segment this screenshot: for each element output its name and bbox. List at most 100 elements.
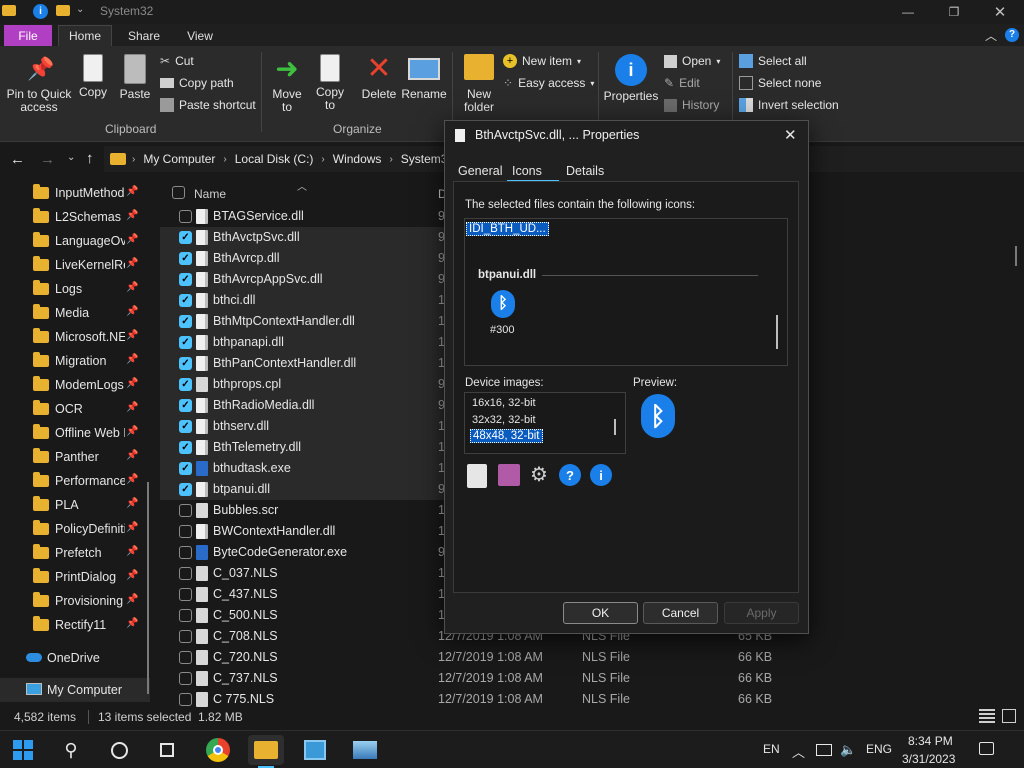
- pin-icon[interactable]: 📌: [126, 618, 138, 629]
- icon-list-scrollbar[interactable]: [776, 315, 778, 349]
- row-checkbox[interactable]: ✓: [179, 231, 192, 244]
- tab-general[interactable]: General: [458, 164, 502, 178]
- copy-icon[interactable]: [467, 464, 487, 488]
- qat-dropdown-icon[interactable]: ⌄: [76, 4, 84, 15]
- chevron-up-icon[interactable]: ︿: [792, 742, 805, 761]
- help-icon[interactable]: ?: [559, 464, 581, 486]
- file-explorer-button[interactable]: [248, 735, 284, 765]
- nav-folder-item[interactable]: LanguageOverlayCache📌: [0, 229, 150, 253]
- nav-folder-item[interactable]: Provisioning 📌: [0, 589, 150, 613]
- details-view-icon[interactable]: [979, 709, 995, 723]
- open-button[interactable]: Open ▾: [664, 54, 720, 68]
- easy-access-button[interactable]: ⁘ Easy access ▾: [503, 76, 594, 90]
- nav-folder-item[interactable]: PolicyDefinitions📌: [0, 517, 150, 541]
- row-checkbox[interactable]: ✓: [179, 294, 192, 307]
- nav-onedrive[interactable]: OneDrive: [0, 646, 150, 670]
- delete-button[interactable]: ✕ Delete: [358, 54, 400, 101]
- row-checkbox[interactable]: ✓: [179, 462, 192, 475]
- nav-folder-item[interactable]: Rectify11 📌: [0, 613, 150, 637]
- large-icons-view-icon[interactable]: [1002, 709, 1016, 723]
- nav-folder-item[interactable]: Panther 📌: [0, 445, 150, 469]
- task-view-button[interactable]: [149, 735, 185, 765]
- cut-button[interactable]: ✂ Cut: [160, 54, 194, 68]
- search-button[interactable]: ⚲: [53, 735, 89, 765]
- pin-icon[interactable]: 📌: [126, 306, 138, 317]
- nav-folder-item[interactable]: L2Schemas 📌: [0, 205, 150, 229]
- language-indicator[interactable]: EN: [763, 742, 780, 756]
- pin-icon[interactable]: 📌: [126, 378, 138, 389]
- breadcrumb-localdisk[interactable]: Local Disk (C:): [235, 152, 314, 166]
- row-checkbox[interactable]: [179, 609, 192, 622]
- pin-icon[interactable]: 📌: [126, 546, 138, 557]
- device-image-16[interactable]: 16x16, 32-bit: [472, 397, 536, 409]
- copy-button[interactable]: Copy: [76, 54, 110, 99]
- tab-share[interactable]: Share: [118, 25, 170, 46]
- breadcrumb-mycomputer[interactable]: My Computer: [143, 152, 215, 166]
- tab-file[interactable]: File: [4, 25, 52, 46]
- icon-list[interactable]: IDI_BTH_UD... btpanui.dll ᛒ #300: [464, 218, 788, 366]
- pin-icon[interactable]: 📌: [126, 594, 138, 605]
- pin-icon[interactable]: 📌: [126, 402, 138, 413]
- row-checkbox[interactable]: [179, 504, 192, 517]
- pin-icon[interactable]: 📌: [126, 186, 138, 197]
- row-checkbox[interactable]: [179, 210, 192, 223]
- file-row[interactable]: C_720.NLS 12/7/2019 1:08 AM NLS File 66 KB: [160, 647, 780, 668]
- select-none-button[interactable]: Select none: [739, 76, 821, 90]
- file-row[interactable]: C_737.NLS 12/7/2019 1:08 AM NLS File 66 KB: [160, 668, 780, 689]
- device-image-48[interactable]: 48x48, 32-bit: [470, 429, 543, 443]
- pin-icon[interactable]: 📌: [126, 570, 138, 581]
- clock-date[interactable]: 3/31/2023: [902, 752, 955, 766]
- row-checkbox[interactable]: ✓: [179, 420, 192, 433]
- nav-folder-item[interactable]: PrintDialog 📌: [0, 565, 150, 589]
- pin-icon[interactable]: 📌: [126, 330, 138, 341]
- start-button[interactable]: [5, 735, 41, 765]
- notifications-icon[interactable]: [979, 742, 994, 755]
- column-name[interactable]: Name: [194, 187, 226, 201]
- ime-indicator[interactable]: ENG: [866, 742, 892, 756]
- list-scrollbar[interactable]: [1015, 246, 1017, 266]
- new-folder-button[interactable]: New folder: [458, 54, 500, 114]
- select-all-button[interactable]: Select all: [739, 54, 807, 68]
- pin-icon[interactable]: 📌: [126, 426, 138, 437]
- pin-icon[interactable]: 📌: [126, 450, 138, 461]
- nav-folder-item[interactable]: OCR 📌: [0, 397, 150, 421]
- pin-quick-access-button[interactable]: 📌 Pin to Quick access: [4, 54, 74, 114]
- pin-icon[interactable]: 📌: [126, 474, 138, 485]
- nav-folder-item[interactable]: LiveKernelReports📌: [0, 253, 150, 277]
- close-window-button[interactable]: ✕: [977, 0, 1023, 24]
- close-icon[interactable]: ✕: [784, 126, 797, 144]
- properties-qat-icon[interactable]: i: [33, 4, 48, 19]
- maximize-button[interactable]: ❐: [931, 0, 977, 24]
- row-checkbox[interactable]: ✓: [179, 252, 192, 265]
- nav-folder-item[interactable]: ModemLogs 📌: [0, 373, 150, 397]
- up-arrow-icon[interactable]: ↑: [86, 150, 94, 167]
- copy-path-button[interactable]: Copy path: [160, 76, 234, 90]
- breadcrumb-windows[interactable]: Windows: [333, 152, 382, 166]
- history-button[interactable]: History: [664, 98, 719, 112]
- nav-folder-item[interactable]: InputMethod 📌: [0, 181, 150, 205]
- row-checkbox[interactable]: [179, 525, 192, 538]
- tab-icons[interactable]: Icons: [512, 164, 542, 178]
- row-checkbox[interactable]: ✓: [179, 273, 192, 286]
- row-checkbox[interactable]: ✓: [179, 315, 192, 328]
- device-list-scrollbar[interactable]: [614, 419, 616, 435]
- nav-folder-item[interactable]: Microsoft.NET📌: [0, 325, 150, 349]
- tab-home[interactable]: Home: [58, 25, 112, 46]
- pin-icon[interactable]: 📌: [126, 498, 138, 509]
- chrome-button[interactable]: [200, 735, 236, 765]
- settings-icon[interactable]: ⚙: [527, 462, 551, 486]
- nav-folder-item[interactable]: Performance 📌: [0, 469, 150, 493]
- pin-icon[interactable]: 📌: [126, 210, 138, 221]
- row-checkbox[interactable]: [179, 651, 192, 664]
- row-checkbox[interactable]: ✓: [179, 357, 192, 370]
- row-checkbox[interactable]: ✓: [179, 336, 192, 349]
- pin-icon[interactable]: 📌: [126, 282, 138, 293]
- photos-button[interactable]: [347, 735, 383, 765]
- pin-icon[interactable]: 📌: [126, 354, 138, 365]
- clock-time[interactable]: 8:34 PM: [908, 734, 953, 748]
- copy-to-button[interactable]: Copy to: [310, 54, 350, 112]
- minimize-button[interactable]: —: [885, 0, 931, 24]
- cancel-button[interactable]: Cancel: [643, 602, 718, 624]
- back-arrow-icon[interactable]: ←: [10, 151, 25, 168]
- pin-icon[interactable]: 📌: [126, 522, 138, 533]
